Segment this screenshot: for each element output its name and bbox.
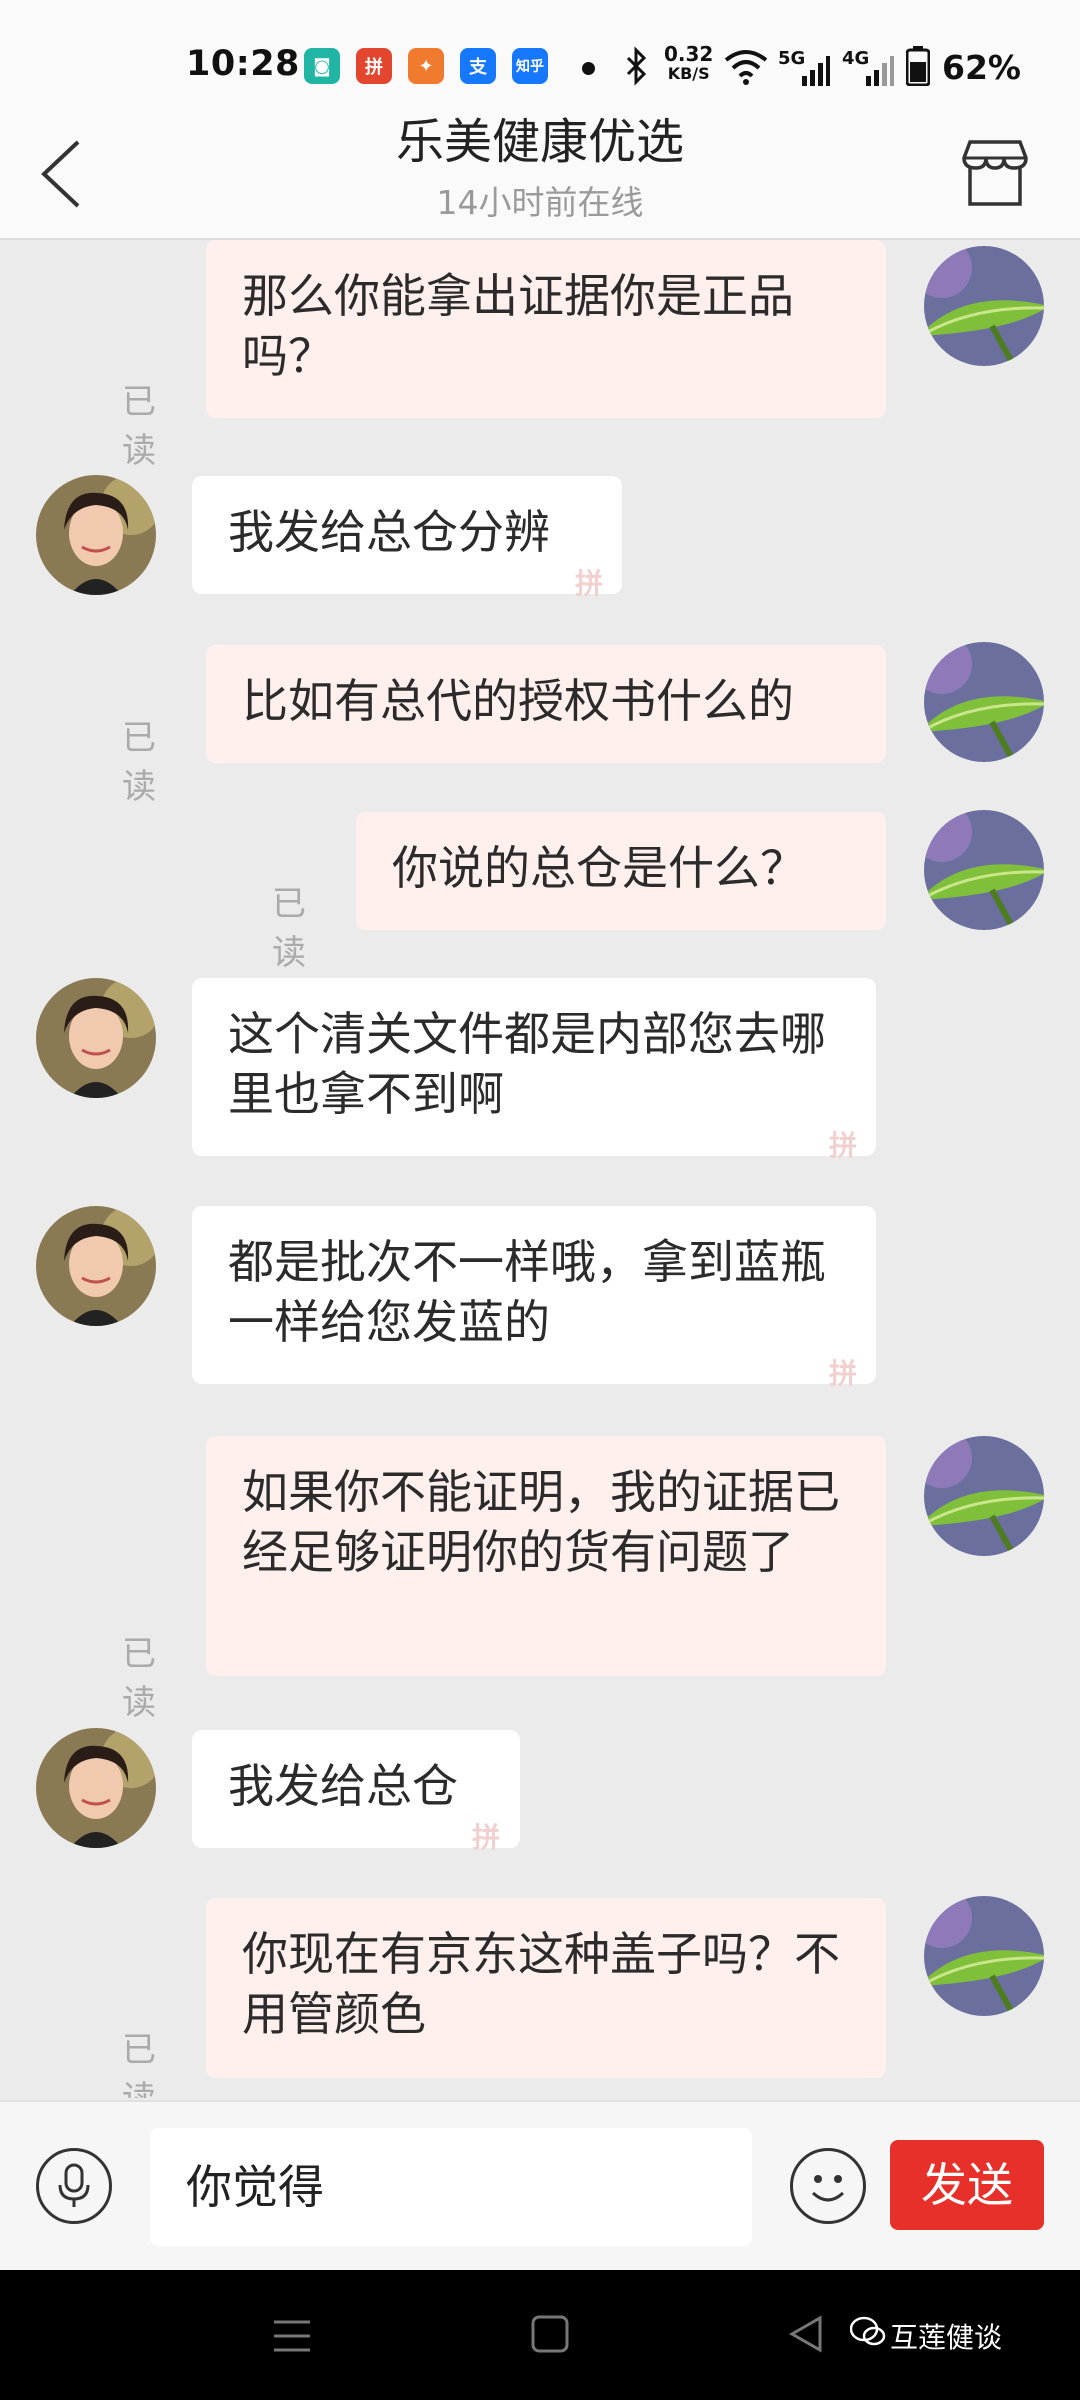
message-list[interactable]: 那么你能拿出证据你是正品吗？ 已读 我发给总仓分辨 拼 比如有总代的授权书什么的… — [0, 240, 1080, 2098]
read-receipt: 已读 — [122, 2030, 156, 2098]
home-nav-icon[interactable] — [530, 2314, 570, 2354]
read-receipt: 已读 — [272, 884, 306, 973]
message-input[interactable]: 你觉得 — [150, 2128, 752, 2246]
my-avatar[interactable] — [924, 810, 1044, 930]
online-status: 14小时前在线 — [436, 183, 644, 222]
notification-dot-icon — [582, 62, 595, 75]
my-avatar[interactable] — [924, 642, 1044, 762]
bluetooth-icon — [626, 46, 647, 86]
shop-watermark-icon: 拼 — [575, 567, 604, 600]
signal-4g-icon — [866, 56, 894, 86]
emoji-button[interactable] — [790, 2148, 866, 2224]
shop-watermark-icon: 拼 — [472, 1821, 501, 1854]
shop-avatar[interactable] — [36, 978, 156, 1098]
speed-unit: KB/S — [667, 64, 710, 83]
signal-5g-icon — [802, 56, 830, 86]
send-button[interactable]: 发送 — [890, 2140, 1044, 2230]
mi-home-icon: ◙ — [304, 48, 340, 84]
status-bar: 10:28 ◙ 拼 ✦ 支 知乎 0.32 KB/S 5G 4G 62% — [0, 0, 1080, 110]
status-time: 10:28 — [186, 44, 300, 84]
taobao-icon: ✦ — [408, 48, 444, 84]
network-speed: 0.32 KB/S — [664, 44, 713, 84]
message-bubble[interactable]: 如果你不能证明，我的证据已经足够证明你的货有问题了 — [206, 1436, 886, 1676]
chat-header: 乐美健康优选 14小时前在线 — [0, 110, 1080, 240]
my-avatar[interactable] — [924, 1896, 1044, 2016]
wechat-icon — [850, 2316, 886, 2346]
message-bubble[interactable]: 你现在有京东这种盖子吗？不用管颜色 — [206, 1898, 886, 2078]
zhihu-icon: 知乎 — [512, 48, 548, 84]
watermark-text: 互莲健谈 — [890, 2321, 1003, 2354]
read-receipt: 已读 — [122, 718, 156, 807]
shop-icon[interactable] — [958, 136, 1032, 210]
back-nav-icon[interactable] — [786, 2314, 826, 2354]
shop-watermark-icon: 拼 — [829, 1357, 858, 1390]
menu-nav-icon[interactable] — [272, 2316, 312, 2356]
read-receipt: 已读 — [122, 382, 156, 471]
shop-avatar[interactable] — [36, 1206, 156, 1326]
message-bubble[interactable]: 我发给总仓 — [192, 1730, 520, 1848]
shop-watermark-icon: 拼 — [829, 1129, 858, 1162]
read-receipt: 已读 — [122, 1634, 156, 1723]
battery-percent: 62% — [942, 48, 1021, 87]
composer-bar: 你觉得 发送 — [0, 2100, 1080, 2272]
wifi-icon — [724, 50, 768, 85]
message-bubble[interactable]: 那么你能拿出证据你是正品吗？ — [206, 240, 886, 418]
microphone-icon — [58, 2163, 90, 2207]
shop-name: 乐美健康优选 — [395, 114, 684, 170]
message-bubble[interactable]: 这个清关文件都是内部您去哪里也拿不到啊 — [192, 978, 876, 1156]
voice-input-button[interactable] — [36, 2148, 112, 2224]
shop-avatar[interactable] — [36, 475, 156, 595]
pinduoduo-icon: 拼 — [356, 48, 392, 84]
alipay-icon: 支 — [460, 48, 496, 84]
my-avatar[interactable] — [924, 246, 1044, 366]
my-avatar[interactable] — [924, 1436, 1044, 1556]
smiley-icon — [811, 2175, 845, 2202]
message-bubble[interactable]: 你说的总仓是什么？ — [356, 812, 886, 930]
message-bubble[interactable]: 我发给总仓分辨 — [192, 476, 622, 594]
message-bubble[interactable]: 比如有总代的授权书什么的 — [206, 645, 886, 763]
system-nav-bar: 互莲健谈 — [0, 2270, 1080, 2400]
battery-icon — [906, 46, 930, 86]
shop-avatar[interactable] — [36, 1728, 156, 1848]
message-bubble[interactable]: 都是批次不一样哦，拿到蓝瓶一样给您发蓝的 — [192, 1206, 876, 1384]
speed-value: 0.32 — [664, 42, 714, 66]
